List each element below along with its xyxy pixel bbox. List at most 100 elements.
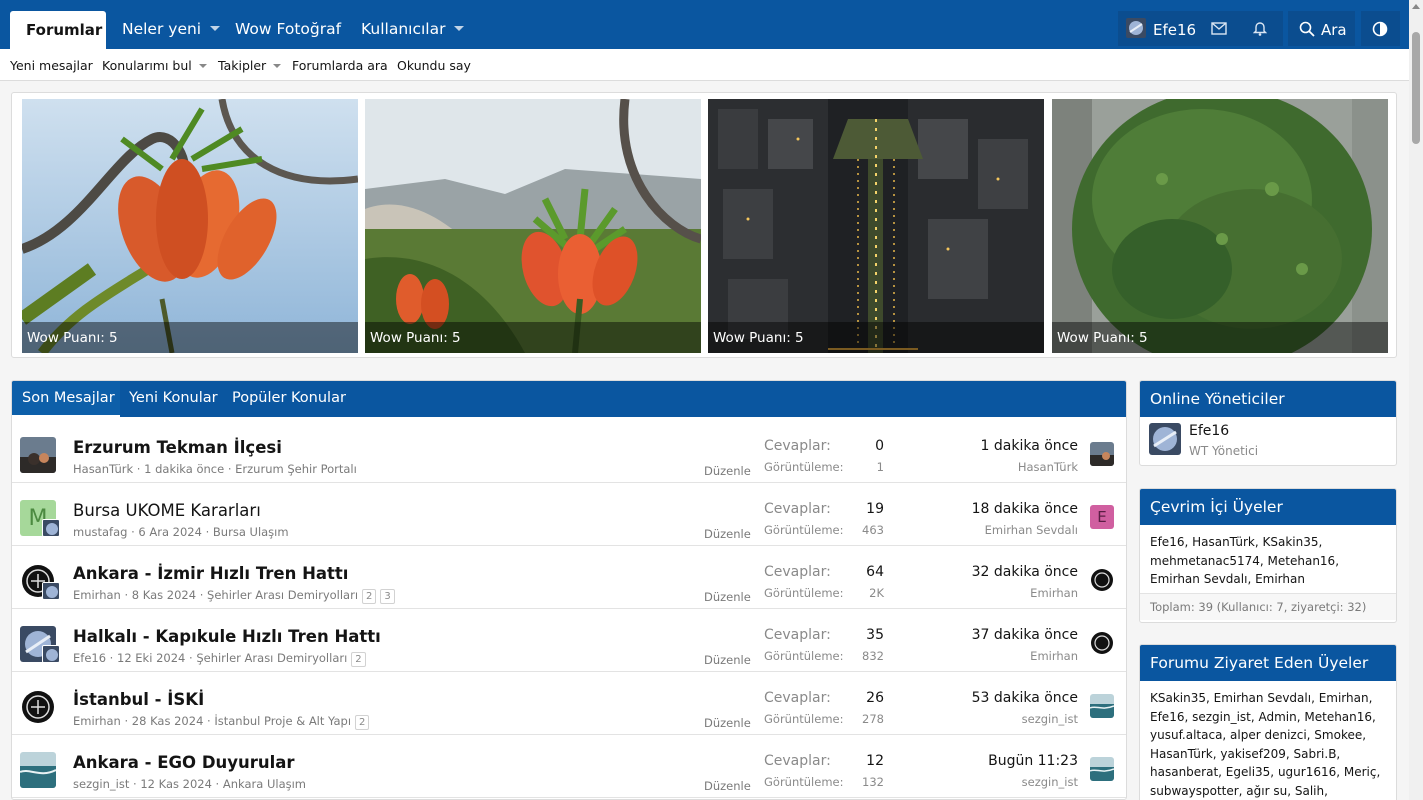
staff-username[interactable]: Efe16 [1189, 423, 1229, 439]
user-avatar[interactable] [1126, 18, 1146, 38]
subnav-find-threads[interactable]: Konularımı bul [102, 58, 207, 73]
chevron-down-icon[interactable] [273, 64, 282, 68]
nav-tab-wow-photo[interactable]: Wow Fotoğraf [235, 20, 341, 38]
edit-link[interactable]: Düzenle [704, 464, 751, 478]
thread-title[interactable]: Bursa UKOME Kararları [73, 501, 261, 520]
thread-author[interactable]: Emirhan [73, 714, 121, 728]
last-post-time[interactable]: Bugün 11:23 [988, 753, 1078, 769]
nav-tab-forums[interactable]: Forumlar [10, 11, 106, 49]
avatar[interactable] [42, 645, 60, 663]
chevron-down-icon[interactable] [210, 26, 221, 31]
thread-forum[interactable]: Bursa Ulaşım [213, 525, 289, 539]
thread-date[interactable]: 28 Kas 2024 [132, 714, 204, 728]
avatar[interactable] [1149, 423, 1181, 455]
thread-forum[interactable]: Şehirler Arası Demiryolları [207, 588, 358, 602]
last-post-time[interactable]: 53 dakika önce [972, 690, 1078, 706]
gallery-photo[interactable]: Wow Puanı: 5 [1052, 99, 1388, 353]
gallery-photo[interactable]: Wow Puanı: 5 [708, 99, 1044, 353]
page-link[interactable]: 3 [380, 589, 395, 604]
thread-forum[interactable]: İstanbul Proje & Alt Yapı [214, 714, 351, 728]
scroll-up-arrow-icon[interactable] [1412, 4, 1420, 9]
thread-row[interactable]: İstanbul - İSKİ Emirhan · 28 Kas 2024 · … [12, 673, 1126, 735]
subnav-watched[interactable]: Takipler [218, 58, 282, 73]
thread-title[interactable]: Ankara - EGO Duyurular [73, 753, 295, 772]
thread-forum[interactable]: Erzurum Şehir Portalı [235, 462, 357, 476]
bell-icon[interactable] [1252, 21, 1268, 40]
thread-author[interactable]: sezgin_ist [73, 777, 129, 791]
avatar[interactable] [20, 437, 56, 473]
thread-date[interactable]: 12 Eki 2024 [117, 651, 185, 665]
last-poster-avatar[interactable] [1090, 631, 1114, 655]
subnav-new-posts[interactable]: Yeni mesajlar [10, 58, 93, 73]
thread-title[interactable]: İstanbul - İSKİ [73, 690, 204, 709]
thread-date[interactable]: 12 Kas 2024 [140, 777, 212, 791]
thread-date[interactable]: 6 Ara 2024 [138, 525, 202, 539]
last-post-user[interactable]: Emirhan Sevdalı [985, 523, 1078, 537]
thread-date[interactable]: 8 Kas 2024 [132, 588, 196, 602]
avatar[interactable] [20, 689, 56, 725]
last-post-time[interactable]: 37 dakika önce [972, 627, 1078, 643]
thread-row[interactable]: Halkalı - Kapıkule Hızlı Tren Hattı Efe1… [12, 610, 1126, 672]
page-scrollbar[interactable] [1409, 0, 1423, 800]
gallery-photo[interactable]: Wow Puanı: 5 [365, 99, 701, 353]
gallery-photo[interactable]: Wow Puanı: 5 [22, 99, 358, 353]
gallery-caption: Wow Puanı: 5 [708, 322, 1044, 353]
last-post-time[interactable]: 18 dakika önce [972, 501, 1078, 517]
search-button[interactable]: Ara [1288, 11, 1355, 46]
thread-date[interactable]: 1 dakika önce [144, 462, 224, 476]
thread-author[interactable]: Emirhan [73, 588, 121, 602]
last-post-user[interactable]: sezgin_ist [1022, 712, 1078, 726]
last-poster-avatar[interactable] [1090, 442, 1114, 466]
thread-author[interactable]: mustafag [73, 525, 127, 539]
account-username[interactable]: Efe16 [1153, 21, 1196, 39]
edit-link[interactable]: Düzenle [704, 716, 751, 730]
last-poster-avatar[interactable]: E [1090, 505, 1114, 529]
avatar[interactable] [20, 752, 56, 788]
last-poster-avatar[interactable] [1090, 568, 1114, 592]
tab-popular-threads[interactable]: Popüler Konular [232, 390, 346, 406]
page-link[interactable]: 2 [355, 715, 370, 730]
last-poster-avatar[interactable] [1090, 694, 1114, 718]
last-post-user[interactable]: Emirhan [1030, 586, 1078, 600]
subnav-mark-read[interactable]: Okundu say [397, 58, 471, 73]
tab-latest-posts[interactable]: Son Mesajlar [22, 390, 115, 406]
thread-author[interactable]: HasanTürk [73, 462, 133, 476]
last-post-user[interactable]: HasanTürk [1018, 460, 1078, 474]
mail-icon[interactable] [1211, 21, 1227, 39]
thread-title[interactable]: Ankara - İzmir Hızlı Tren Hattı [73, 564, 348, 583]
theme-toggle-button[interactable] [1361, 11, 1400, 46]
edit-link[interactable]: Düzenle [704, 653, 751, 667]
avatar[interactable] [42, 582, 60, 600]
edit-link[interactable]: Düzenle [704, 779, 751, 793]
scrollbar-thumb[interactable] [1412, 32, 1420, 144]
subnav-search-forums[interactable]: Forumlarda ara [292, 58, 388, 73]
visitors-list[interactable]: KSakin35, Emirhan Sevdalı, Emirhan, Efe1… [1140, 681, 1396, 800]
thread-forum[interactable]: Ankara Ulaşım [223, 777, 306, 791]
last-poster-avatar[interactable] [1090, 757, 1114, 781]
avatar[interactable] [42, 519, 60, 537]
chevron-down-icon[interactable] [198, 64, 207, 68]
thread-row[interactable]: Erzurum Tekman İlçesi HasanTürk · 1 daki… [12, 421, 1126, 483]
edit-link[interactable]: Düzenle [704, 590, 751, 604]
thread-row[interactable]: Ankara - İzmir Hızlı Tren Hattı Emirhan … [12, 547, 1126, 609]
last-post-user[interactable]: sezgin_ist [1022, 775, 1078, 789]
last-post-time[interactable]: 1 dakika önce [981, 438, 1078, 454]
thread-title[interactable]: Erzurum Tekman İlçesi [73, 438, 282, 457]
wow-photo-gallery: Wow Puanı: 5 Wow Puanı: 5 Wow Puanı: 5 W… [11, 92, 1397, 358]
thread-author[interactable]: Efe16 [73, 651, 106, 665]
thread-row[interactable]: Ankara - EGO Duyurular sezgin_ist · 12 K… [12, 736, 1126, 798]
page-link[interactable]: 2 [351, 652, 366, 667]
nav-tab-users[interactable]: Kullanıcılar [361, 20, 465, 38]
thread-title[interactable]: Halkalı - Kapıkule Hızlı Tren Hattı [73, 627, 381, 646]
last-post-time[interactable]: 32 dakika önce [972, 564, 1078, 580]
thread-forum[interactable]: Şehirler Arası Demiryolları [196, 651, 347, 665]
edit-link[interactable]: Düzenle [704, 527, 751, 541]
thread-row[interactable]: M Bursa UKOME Kararları mustafag · 6 Ara… [12, 484, 1126, 546]
chevron-down-icon[interactable] [454, 26, 465, 31]
online-members-list[interactable]: Efe16, HasanTürk, KSakin35, mehmetanac51… [1140, 525, 1396, 593]
last-post-user[interactable]: Emirhan [1030, 649, 1078, 663]
page-link[interactable]: 2 [362, 589, 377, 604]
nav-tab-whats-new[interactable]: Neler yeni [122, 20, 221, 38]
tab-new-threads[interactable]: Yeni Konular [129, 390, 218, 406]
nav-tab-forums-label: Forumlar [26, 21, 103, 39]
